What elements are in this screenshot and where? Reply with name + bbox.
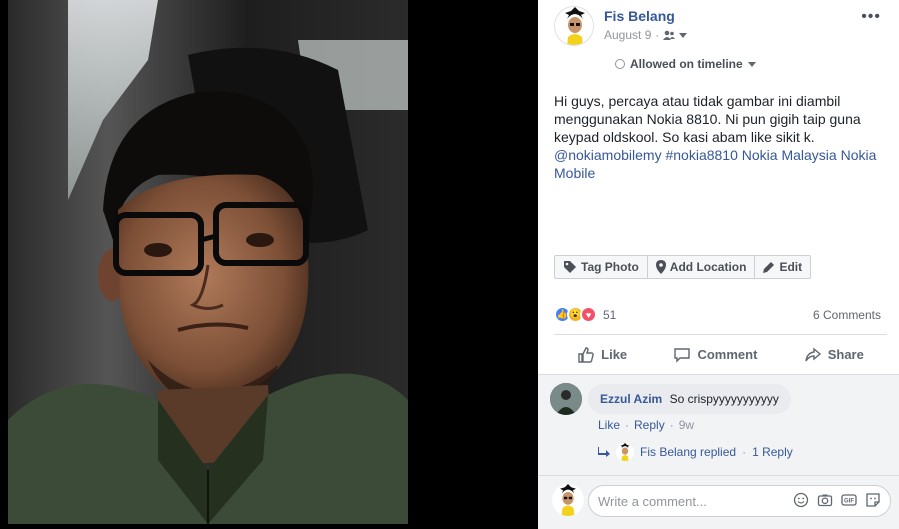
comment-composer: Write a comment... GIF (538, 475, 899, 529)
selfie-image (8, 0, 408, 524)
comment-like-link[interactable]: Like (598, 418, 620, 432)
add-location-button[interactable]: Add Location (648, 256, 756, 278)
timeline-status-label: Allowed on timeline (630, 57, 743, 71)
view-replies-link[interactable]: Fis Belang replied · 1 Reply (598, 443, 793, 461)
hashtag-link[interactable]: #nokia8810 (665, 147, 737, 163)
more-options-button[interactable]: ••• (861, 8, 881, 26)
add-location-label: Add Location (669, 260, 747, 274)
svg-text:GIF: GIF (844, 499, 854, 505)
location-pin-icon (655, 260, 666, 274)
status-circle-icon (615, 59, 625, 69)
love-reaction-icon: ♥ (580, 306, 597, 323)
meta-separator: · (655, 28, 660, 42)
commenter-name[interactable]: Ezzul Azim (600, 392, 662, 406)
timeline-status-selector[interactable]: Allowed on timeline (615, 57, 756, 71)
post-meta: August 9 · (604, 28, 688, 42)
tag-icon (564, 261, 576, 273)
composer-tools: GIF (792, 491, 882, 509)
comment-label: Comment (697, 347, 758, 362)
comment-placeholder: Write a comment... (598, 493, 707, 509)
comment-reply-link[interactable]: Reply (634, 418, 665, 432)
caption-text: Hi guys, percaya atau tidak gambar ini d… (554, 93, 861, 145)
replied-by-text: Fis Belang replied (640, 445, 737, 459)
mention-link[interactable]: @nokiamobilemy (554, 147, 662, 163)
chevron-down-icon (747, 61, 756, 67)
photo-tools-bar: Tag Photo Add Location Edit (554, 255, 812, 279)
commenter-avatar[interactable] (550, 383, 582, 415)
comment-button[interactable]: Comment (673, 346, 757, 364)
friends-audience-icon[interactable] (663, 30, 676, 41)
like-button[interactable]: Like (577, 346, 627, 364)
comment-sep-2: · (669, 418, 674, 432)
reaction-count: 51 (603, 307, 617, 322)
cartoon-avatar-icon (552, 484, 584, 516)
post-photo[interactable] (8, 0, 408, 524)
edit-label: Edit (779, 260, 803, 274)
sticker-icon[interactable] (864, 491, 882, 509)
cartoon-avatar-icon (616, 443, 634, 461)
comment-time[interactable]: 9w (679, 418, 694, 432)
share-button[interactable]: Share (804, 346, 864, 364)
reply-count: 1 Reply (752, 445, 793, 459)
tag-photo-label: Tag Photo (581, 260, 639, 274)
gif-icon[interactable]: GIF (840, 491, 858, 509)
photo-viewer (0, 0, 538, 529)
post-author-name[interactable]: Fis Belang (604, 8, 675, 24)
share-label: Share (827, 347, 864, 362)
cartoon-avatar-icon (555, 7, 593, 45)
thumbs-up-icon (578, 346, 594, 363)
comment-text: So crispyyyyyyyyyyy (669, 392, 779, 406)
post-header: Fis Belang August 9 · ••• (554, 6, 887, 46)
reactions-summary[interactable]: 👍 😮 ♥ 51 (554, 306, 616, 323)
share-arrow-icon (805, 347, 821, 361)
composer-avatar (552, 484, 584, 516)
commenter-photo-icon (550, 383, 582, 415)
replier-avatar (616, 443, 634, 461)
like-label: Like (601, 347, 628, 362)
comment-input[interactable]: Write a comment... GIF (588, 485, 891, 517)
comments-section: Ezzul Azim So crispyyyyyyyyyyy Like · Re… (538, 374, 899, 475)
speech-bubble-icon (674, 347, 691, 363)
author-avatar[interactable] (554, 6, 594, 46)
reply-arrow-icon (598, 447, 610, 457)
pencil-icon (763, 262, 775, 273)
page-link-nokia-malaysia[interactable]: Nokia Malaysia (742, 147, 837, 163)
comments-count-link[interactable]: 6 Comments (813, 308, 881, 322)
camera-icon[interactable] (816, 491, 834, 509)
audience-dropdown-icon[interactable] (679, 32, 688, 38)
post-side-panel: Fis Belang August 9 · ••• Allowed on tim… (538, 0, 899, 529)
post-caption: Hi guys, percaya atau tidak gambar ini d… (554, 92, 889, 182)
comment-actions: Like · Reply · 9w (598, 418, 694, 432)
post-date[interactable]: August 9 (604, 28, 651, 42)
reply-sep: · (742, 445, 747, 459)
emoji-icon[interactable] (792, 491, 810, 509)
edit-button[interactable]: Edit (755, 256, 810, 278)
comment-sep-1: · (625, 418, 630, 432)
tag-photo-button[interactable]: Tag Photo (555, 256, 648, 278)
post-action-bar: Like Comment Share (554, 334, 887, 374)
comment-bubble: Ezzul Azim So crispyyyyyyyyyyy (588, 384, 791, 414)
